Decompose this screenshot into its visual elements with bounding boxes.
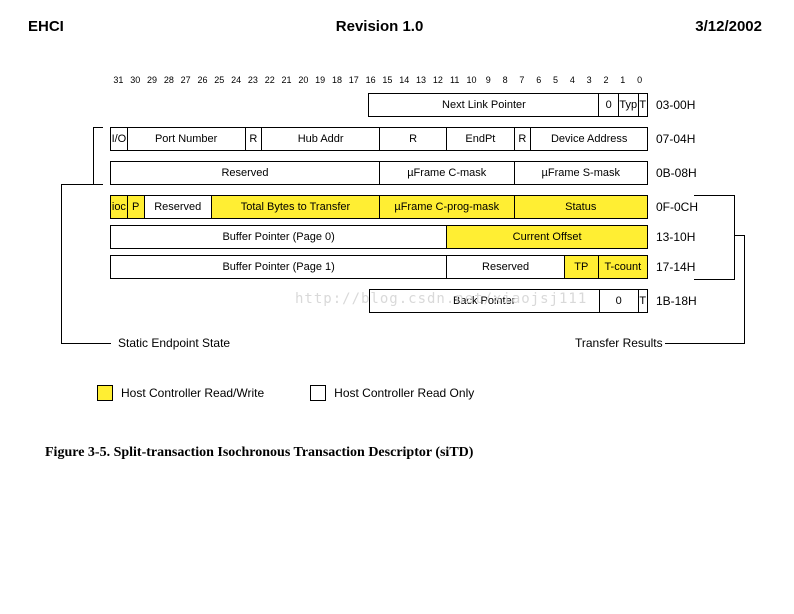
addr-label: 1B-18H <box>656 294 697 308</box>
bit-6: 6 <box>530 75 547 85</box>
bit-7: 7 <box>514 75 531 85</box>
field: R <box>379 127 446 151</box>
dword-row-0: Next Link Pointer0TypT <box>110 93 648 117</box>
bit-5: 5 <box>547 75 564 85</box>
bit-14: 14 <box>396 75 413 85</box>
bit-18: 18 <box>329 75 346 85</box>
addr-label: 0F-0CH <box>656 200 698 214</box>
field: Reserved <box>110 161 379 185</box>
bit-16: 16 <box>362 75 379 85</box>
legend: Host Controller Read/Write Host Controll… <box>97 385 474 401</box>
field: TP <box>564 255 598 279</box>
bit-19: 19 <box>312 75 329 85</box>
field: 0 <box>598 93 618 117</box>
bit-21: 21 <box>278 75 295 85</box>
field: Next Link Pointer <box>368 93 598 117</box>
bit-29: 29 <box>144 75 161 85</box>
field: I/O <box>110 127 127 151</box>
bit-0: 0 <box>631 75 648 85</box>
bit-8: 8 <box>497 75 514 85</box>
field: R <box>245 127 262 151</box>
field: Buffer Pointer (Page 1) <box>110 255 446 279</box>
addr-label: 0B-08H <box>656 166 697 180</box>
dword-row-4: Buffer Pointer (Page 0)Current Offset <box>110 225 648 249</box>
bit-15: 15 <box>379 75 396 85</box>
field: Total Bytes to Transfer <box>211 195 379 219</box>
field: Typ <box>618 93 638 117</box>
bit-26: 26 <box>194 75 211 85</box>
dword-row-5: Buffer Pointer (Page 1)ReservedTPT-count <box>110 255 648 279</box>
bit-2: 2 <box>598 75 615 85</box>
dword-row-1: I/OPort NumberRHub AddrREndPtRDevice Add… <box>110 127 648 151</box>
field: Reserved <box>144 195 211 219</box>
bit-30: 30 <box>127 75 144 85</box>
figure-caption: Figure 3-5. Split-transaction Isochronou… <box>45 445 473 461</box>
addr-label: 03-00H <box>656 98 695 112</box>
watermark: http://blog.csdn.net/xiaojsj111 <box>295 291 587 307</box>
page-header: EHCI Revision 1.0 3/12/2002 <box>0 0 794 35</box>
bit-1: 1 <box>614 75 631 85</box>
hdr-right: 3/12/2002 <box>695 18 762 35</box>
bit-20: 20 <box>295 75 312 85</box>
field: 0 <box>599 289 638 313</box>
bit-10: 10 <box>463 75 480 85</box>
field: Reserved <box>446 255 564 279</box>
field: Device Address <box>530 127 648 151</box>
label-transfer-results: Transfer Results <box>575 336 663 350</box>
field: EndPt <box>446 127 513 151</box>
bit-3: 3 <box>581 75 598 85</box>
bit-ruler: 3130292827262524232221201918171615141312… <box>110 75 648 85</box>
bit-11: 11 <box>446 75 463 85</box>
legend-label-ro: Host Controller Read Only <box>334 386 474 400</box>
bracket-right <box>734 195 735 280</box>
legend-label-rw: Host Controller Read/Write <box>121 386 264 400</box>
bit-23: 23 <box>245 75 262 85</box>
dword-row-2: ReservedµFrame C-maskµFrame S-mask <box>110 161 648 185</box>
bit-17: 17 <box>345 75 362 85</box>
bracket-left <box>93 127 94 185</box>
field <box>110 93 368 117</box>
field: T <box>638 93 648 117</box>
field: Current Offset <box>446 225 648 249</box>
label-static-endpoint: Static Endpoint State <box>118 336 230 350</box>
hdr-center: Revision 1.0 <box>336 18 424 35</box>
bit-31: 31 <box>110 75 127 85</box>
bit-28: 28 <box>160 75 177 85</box>
bit-4: 4 <box>564 75 581 85</box>
field: Status <box>514 195 649 219</box>
field: Port Number <box>127 127 245 151</box>
bit-9: 9 <box>480 75 497 85</box>
bit-22: 22 <box>261 75 278 85</box>
legend-swatch-ro <box>310 385 326 401</box>
field: ioc <box>110 195 127 219</box>
bit-13: 13 <box>413 75 430 85</box>
field: Hub Addr <box>261 127 379 151</box>
field: µFrame S-mask <box>514 161 649 185</box>
field: µFrame C-prog-mask <box>379 195 514 219</box>
field: Buffer Pointer (Page 0) <box>110 225 446 249</box>
addr-label: 07-04H <box>656 132 695 146</box>
bit-24: 24 <box>228 75 245 85</box>
field: T-count <box>598 255 648 279</box>
dword-row-3: iocPReservedTotal Bytes to TransferµFram… <box>110 195 648 219</box>
legend-swatch-rw <box>97 385 113 401</box>
addr-label: 17-14H <box>656 260 695 274</box>
field: R <box>514 127 531 151</box>
field: T <box>638 289 648 313</box>
field: µFrame C-mask <box>379 161 514 185</box>
addr-label: 13-10H <box>656 230 695 244</box>
hdr-left: EHCI <box>28 18 64 35</box>
bit-27: 27 <box>177 75 194 85</box>
field: P <box>127 195 144 219</box>
bit-12: 12 <box>429 75 446 85</box>
bit-25: 25 <box>211 75 228 85</box>
